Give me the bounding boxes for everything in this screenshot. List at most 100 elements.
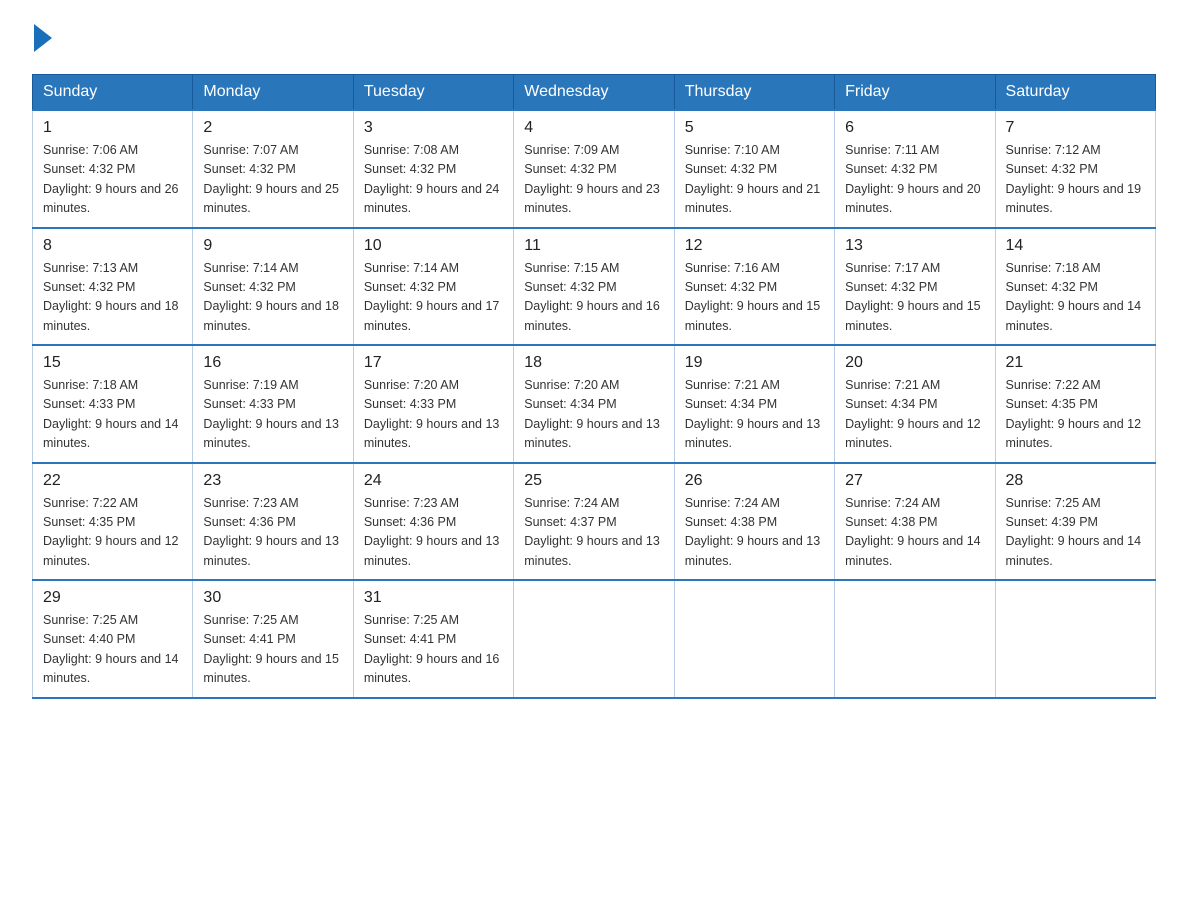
- day-cell-20: 20 Sunrise: 7:21 AMSunset: 4:34 PMDaylig…: [835, 345, 995, 463]
- day-number: 16: [203, 354, 342, 372]
- day-number: 17: [364, 354, 503, 372]
- day-info: Sunrise: 7:20 AMSunset: 4:33 PMDaylight:…: [364, 376, 503, 454]
- day-info: Sunrise: 7:23 AMSunset: 4:36 PMDaylight:…: [203, 494, 342, 572]
- empty-cell: [995, 580, 1155, 698]
- day-number: 6: [845, 119, 984, 137]
- day-info: Sunrise: 7:06 AMSunset: 4:32 PMDaylight:…: [43, 141, 182, 219]
- day-number: 29: [43, 589, 182, 607]
- empty-cell: [514, 580, 674, 698]
- day-number: 26: [685, 472, 824, 490]
- day-cell-3: 3 Sunrise: 7:08 AMSunset: 4:32 PMDayligh…: [353, 110, 513, 228]
- day-cell-12: 12 Sunrise: 7:16 AMSunset: 4:32 PMDaylig…: [674, 228, 834, 346]
- day-cell-31: 31 Sunrise: 7:25 AMSunset: 4:41 PMDaylig…: [353, 580, 513, 698]
- day-number: 4: [524, 119, 663, 137]
- day-number: 5: [685, 119, 824, 137]
- day-cell-29: 29 Sunrise: 7:25 AMSunset: 4:40 PMDaylig…: [33, 580, 193, 698]
- day-info: Sunrise: 7:20 AMSunset: 4:34 PMDaylight:…: [524, 376, 663, 454]
- day-number: 24: [364, 472, 503, 490]
- day-header-saturday: Saturday: [995, 75, 1155, 111]
- day-info: Sunrise: 7:17 AMSunset: 4:32 PMDaylight:…: [845, 259, 984, 337]
- day-info: Sunrise: 7:12 AMSunset: 4:32 PMDaylight:…: [1006, 141, 1145, 219]
- day-cell-17: 17 Sunrise: 7:20 AMSunset: 4:33 PMDaylig…: [353, 345, 513, 463]
- logo-arrow-icon: [34, 24, 52, 52]
- day-number: 21: [1006, 354, 1145, 372]
- day-number: 12: [685, 237, 824, 255]
- day-cell-1: 1 Sunrise: 7:06 AMSunset: 4:32 PMDayligh…: [33, 110, 193, 228]
- day-number: 15: [43, 354, 182, 372]
- day-info: Sunrise: 7:18 AMSunset: 4:33 PMDaylight:…: [43, 376, 182, 454]
- day-cell-22: 22 Sunrise: 7:22 AMSunset: 4:35 PMDaylig…: [33, 463, 193, 581]
- day-info: Sunrise: 7:25 AMSunset: 4:39 PMDaylight:…: [1006, 494, 1145, 572]
- day-info: Sunrise: 7:11 AMSunset: 4:32 PMDaylight:…: [845, 141, 984, 219]
- day-info: Sunrise: 7:13 AMSunset: 4:32 PMDaylight:…: [43, 259, 182, 337]
- day-number: 19: [685, 354, 824, 372]
- day-cell-16: 16 Sunrise: 7:19 AMSunset: 4:33 PMDaylig…: [193, 345, 353, 463]
- day-info: Sunrise: 7:21 AMSunset: 4:34 PMDaylight:…: [845, 376, 984, 454]
- calendar-table: SundayMondayTuesdayWednesdayThursdayFrid…: [32, 74, 1156, 699]
- day-cell-8: 8 Sunrise: 7:13 AMSunset: 4:32 PMDayligh…: [33, 228, 193, 346]
- day-header-thursday: Thursday: [674, 75, 834, 111]
- day-info: Sunrise: 7:15 AMSunset: 4:32 PMDaylight:…: [524, 259, 663, 337]
- day-number: 11: [524, 237, 663, 255]
- week-row-2: 8 Sunrise: 7:13 AMSunset: 4:32 PMDayligh…: [33, 228, 1156, 346]
- day-cell-30: 30 Sunrise: 7:25 AMSunset: 4:41 PMDaylig…: [193, 580, 353, 698]
- day-info: Sunrise: 7:19 AMSunset: 4:33 PMDaylight:…: [203, 376, 342, 454]
- day-header-wednesday: Wednesday: [514, 75, 674, 111]
- day-cell-26: 26 Sunrise: 7:24 AMSunset: 4:38 PMDaylig…: [674, 463, 834, 581]
- day-number: 22: [43, 472, 182, 490]
- day-cell-28: 28 Sunrise: 7:25 AMSunset: 4:39 PMDaylig…: [995, 463, 1155, 581]
- week-row-5: 29 Sunrise: 7:25 AMSunset: 4:40 PMDaylig…: [33, 580, 1156, 698]
- day-info: Sunrise: 7:18 AMSunset: 4:32 PMDaylight:…: [1006, 259, 1145, 337]
- day-header-monday: Monday: [193, 75, 353, 111]
- day-number: 3: [364, 119, 503, 137]
- week-row-1: 1 Sunrise: 7:06 AMSunset: 4:32 PMDayligh…: [33, 110, 1156, 228]
- day-cell-23: 23 Sunrise: 7:23 AMSunset: 4:36 PMDaylig…: [193, 463, 353, 581]
- day-number: 2: [203, 119, 342, 137]
- day-cell-10: 10 Sunrise: 7:14 AMSunset: 4:32 PMDaylig…: [353, 228, 513, 346]
- day-cell-9: 9 Sunrise: 7:14 AMSunset: 4:32 PMDayligh…: [193, 228, 353, 346]
- day-cell-19: 19 Sunrise: 7:21 AMSunset: 4:34 PMDaylig…: [674, 345, 834, 463]
- day-cell-2: 2 Sunrise: 7:07 AMSunset: 4:32 PMDayligh…: [193, 110, 353, 228]
- day-info: Sunrise: 7:22 AMSunset: 4:35 PMDaylight:…: [43, 494, 182, 572]
- day-info: Sunrise: 7:25 AMSunset: 4:40 PMDaylight:…: [43, 611, 182, 689]
- day-info: Sunrise: 7:24 AMSunset: 4:38 PMDaylight:…: [845, 494, 984, 572]
- day-header-tuesday: Tuesday: [353, 75, 513, 111]
- day-number: 30: [203, 589, 342, 607]
- day-info: Sunrise: 7:22 AMSunset: 4:35 PMDaylight:…: [1006, 376, 1145, 454]
- day-info: Sunrise: 7:25 AMSunset: 4:41 PMDaylight:…: [203, 611, 342, 689]
- day-cell-15: 15 Sunrise: 7:18 AMSunset: 4:33 PMDaylig…: [33, 345, 193, 463]
- day-number: 25: [524, 472, 663, 490]
- day-cell-21: 21 Sunrise: 7:22 AMSunset: 4:35 PMDaylig…: [995, 345, 1155, 463]
- day-cell-25: 25 Sunrise: 7:24 AMSunset: 4:37 PMDaylig…: [514, 463, 674, 581]
- day-number: 8: [43, 237, 182, 255]
- day-header-friday: Friday: [835, 75, 995, 111]
- day-info: Sunrise: 7:25 AMSunset: 4:41 PMDaylight:…: [364, 611, 503, 689]
- day-cell-5: 5 Sunrise: 7:10 AMSunset: 4:32 PMDayligh…: [674, 110, 834, 228]
- day-header-sunday: Sunday: [33, 75, 193, 111]
- day-cell-4: 4 Sunrise: 7:09 AMSunset: 4:32 PMDayligh…: [514, 110, 674, 228]
- day-cell-18: 18 Sunrise: 7:20 AMSunset: 4:34 PMDaylig…: [514, 345, 674, 463]
- day-number: 27: [845, 472, 984, 490]
- day-info: Sunrise: 7:08 AMSunset: 4:32 PMDaylight:…: [364, 141, 503, 219]
- day-info: Sunrise: 7:07 AMSunset: 4:32 PMDaylight:…: [203, 141, 342, 219]
- empty-cell: [674, 580, 834, 698]
- day-cell-13: 13 Sunrise: 7:17 AMSunset: 4:32 PMDaylig…: [835, 228, 995, 346]
- day-info: Sunrise: 7:14 AMSunset: 4:32 PMDaylight:…: [203, 259, 342, 337]
- day-info: Sunrise: 7:09 AMSunset: 4:32 PMDaylight:…: [524, 141, 663, 219]
- day-info: Sunrise: 7:23 AMSunset: 4:36 PMDaylight:…: [364, 494, 503, 572]
- day-cell-7: 7 Sunrise: 7:12 AMSunset: 4:32 PMDayligh…: [995, 110, 1155, 228]
- day-info: Sunrise: 7:21 AMSunset: 4:34 PMDaylight:…: [685, 376, 824, 454]
- logo: [32, 24, 54, 54]
- week-row-3: 15 Sunrise: 7:18 AMSunset: 4:33 PMDaylig…: [33, 345, 1156, 463]
- week-row-4: 22 Sunrise: 7:22 AMSunset: 4:35 PMDaylig…: [33, 463, 1156, 581]
- page-header: [32, 24, 1156, 54]
- day-cell-11: 11 Sunrise: 7:15 AMSunset: 4:32 PMDaylig…: [514, 228, 674, 346]
- day-number: 23: [203, 472, 342, 490]
- day-number: 20: [845, 354, 984, 372]
- day-number: 13: [845, 237, 984, 255]
- day-number: 14: [1006, 237, 1145, 255]
- day-info: Sunrise: 7:16 AMSunset: 4:32 PMDaylight:…: [685, 259, 824, 337]
- empty-cell: [835, 580, 995, 698]
- day-number: 10: [364, 237, 503, 255]
- day-number: 18: [524, 354, 663, 372]
